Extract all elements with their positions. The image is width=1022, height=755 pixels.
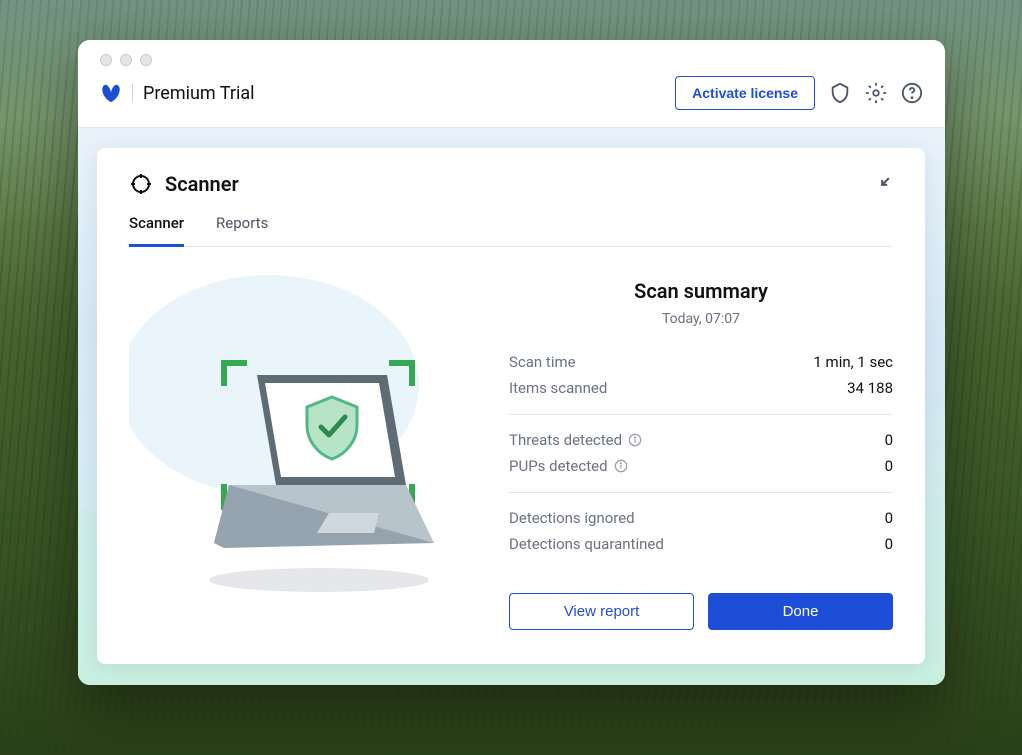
tab-scanner[interactable]: Scanner [129,214,184,247]
activate-license-button[interactable]: Activate license [675,76,815,110]
view-report-button[interactable]: View report [509,593,694,630]
app-window: Premium Trial Activate license [78,40,945,685]
malwarebytes-logo-icon [100,82,122,104]
scan-summary: Scan summary Today, 07:07 Scan time 1 mi… [509,275,893,630]
done-button[interactable]: Done [708,593,893,630]
collapse-icon[interactable] [873,174,893,194]
row-threats-detected: Threats detected 0 [509,427,893,453]
shield-icon[interactable] [829,82,851,104]
maximize-window-button[interactable] [140,54,152,66]
title-divider [132,84,133,102]
tabs: Scanner Reports [129,214,893,247]
info-icon[interactable] [628,433,642,447]
titlebar: Premium Trial Activate license [78,40,945,128]
crosshair-icon [129,172,153,196]
card-title: Scanner [165,172,239,196]
help-icon[interactable] [901,82,923,104]
summary-title: Scan summary [509,279,893,303]
minimize-window-button[interactable] [120,54,132,66]
row-detections-ignored: Detections ignored 0 [509,505,893,531]
window-controls [100,54,152,66]
close-window-button[interactable] [100,54,112,66]
info-icon[interactable] [614,459,628,473]
summary-date: Today, 07:07 [509,311,893,327]
row-detections-quarantined: Detections quarantined 0 [509,531,893,557]
app-title: Premium Trial [143,83,255,104]
settings-gear-icon[interactable] [865,82,887,104]
tab-reports[interactable]: Reports [216,214,268,247]
row-items-scanned: Items scanned 34 188 [509,375,893,401]
row-pups-detected: PUPs detected 0 [509,453,893,479]
row-scan-time: Scan time 1 min, 1 sec [509,349,893,375]
scanner-card: Scanner Scanner Reports [97,148,925,664]
scan-complete-illustration [129,275,489,605]
